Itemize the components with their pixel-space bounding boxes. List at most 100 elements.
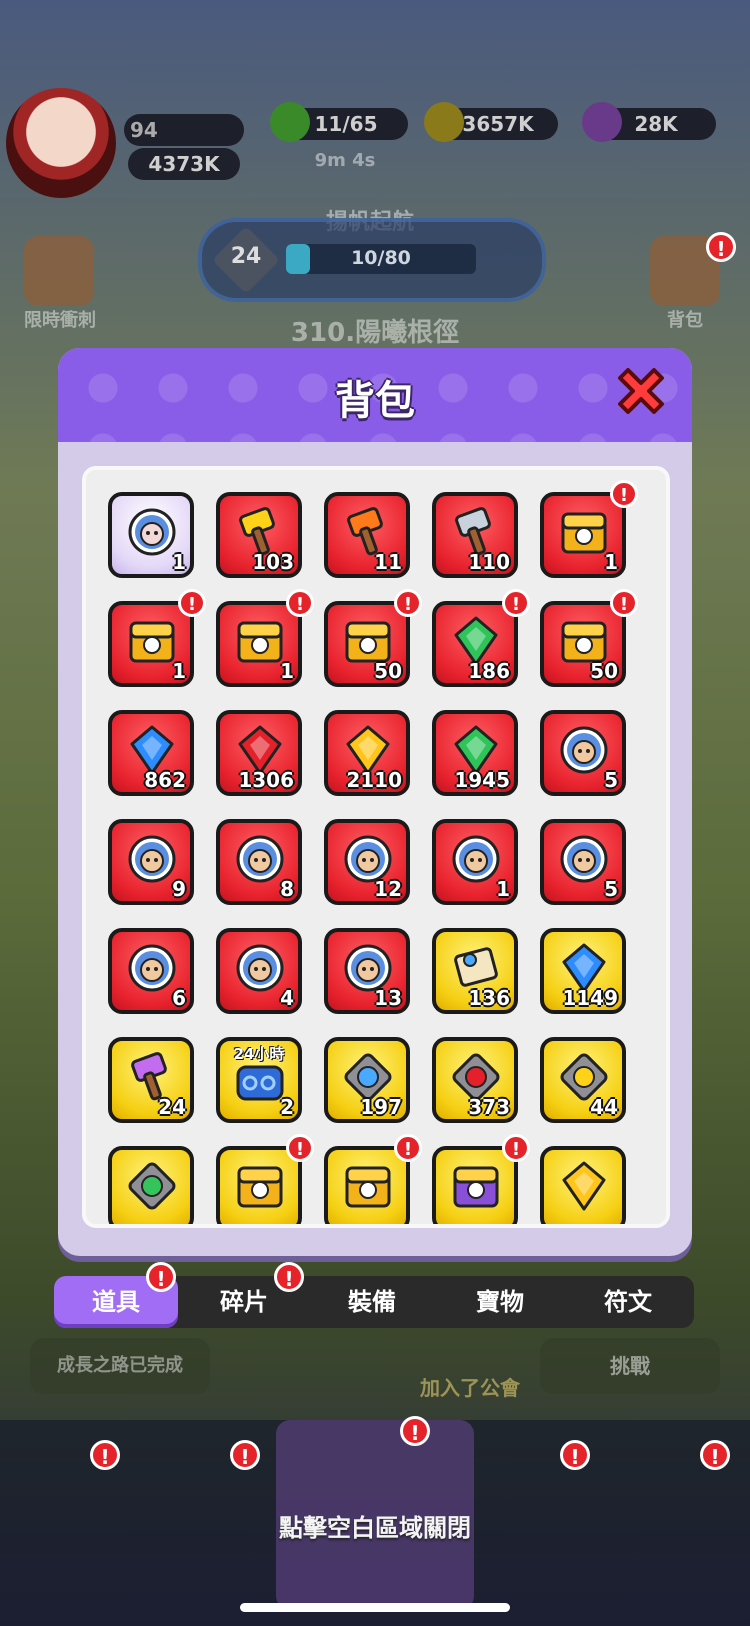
item-quantity: 1 (496, 877, 510, 901)
item-quantity: 110 (468, 550, 510, 574)
inventory-item[interactable]: 197 (324, 1037, 410, 1123)
inventory-item[interactable]: 2110 (324, 710, 410, 796)
challenge-button[interactable]: 挑戰 (540, 1338, 720, 1394)
energy-value: 11/65 (314, 112, 378, 136)
modal-header: 背包 (58, 348, 692, 442)
tap-to-close-hint[interactable]: 點擊空白區域關閉 (0, 1508, 750, 1543)
modal-title: 背包 (335, 378, 415, 424)
item-quantity: 6 (172, 986, 186, 1010)
inventory-item[interactable]: 110 (432, 492, 518, 578)
inventory-item[interactable]: 4 (216, 928, 302, 1014)
item-quantity: 862 (144, 768, 186, 792)
item-quantity: 373 (468, 1095, 510, 1119)
growth-path-button[interactable]: 成長之路已完成 (30, 1338, 210, 1394)
coins-value: 3657K (462, 112, 534, 136)
item-alert-badge: ! (178, 589, 206, 617)
player-avatar[interactable] (6, 88, 116, 198)
backpack-modal: 背包 1 103 11 110 1! 1! 1! 50! 186! 50! 862 1306 2110 1… (58, 348, 692, 1256)
tab-alert-badge: ! (274, 1262, 304, 1292)
item-quantity: 8 (280, 877, 294, 901)
item-alert-badge: ! (610, 589, 638, 617)
item-quantity: 1945 (454, 768, 510, 792)
gem-icon (582, 102, 622, 142)
gems-pill[interactable]: 28K (582, 102, 716, 142)
item-alert-badge: ! (286, 1134, 314, 1162)
inventory-item[interactable]: 862 (108, 710, 194, 796)
item-quantity: 50 (590, 659, 618, 683)
hero-portrait-icon (126, 506, 178, 558)
inventory-item[interactable]: 1 (108, 601, 194, 687)
tab-2[interactable]: 裝備 (310, 1276, 434, 1328)
inventory-item[interactable]: 1 (432, 819, 518, 905)
inventory-item[interactable] (324, 1146, 410, 1224)
battle-alert-badge: ! (400, 1416, 430, 1446)
inventory-item[interactable]: 5 (540, 710, 626, 796)
event-banner[interactable]: 24 10/80 (198, 218, 546, 302)
close-icon[interactable] (610, 362, 672, 424)
inventory-item[interactable]: 13 (324, 928, 410, 1014)
inventory-item[interactable]: 8 (216, 819, 302, 905)
energy-pill[interactable]: 11/65 (270, 102, 408, 142)
inventory-item[interactable]: 44 (540, 1037, 626, 1123)
item-quantity: 1149 (562, 986, 618, 1010)
item-quantity: 1 (172, 659, 186, 683)
inventory-item[interactable] (432, 1146, 518, 1224)
hero-shard-icon (126, 942, 178, 994)
item-quantity: 9 (172, 877, 186, 901)
inventory-item[interactable]: 373 (432, 1037, 518, 1123)
inventory-item[interactable]: 1 (108, 492, 194, 578)
hero-shard-icon (234, 942, 286, 994)
item-quantity: 1 (172, 550, 186, 574)
inventory-item[interactable]: 1945 (432, 710, 518, 796)
inventory-item[interactable]: 1 (540, 492, 626, 578)
coins-pill[interactable]: 3657K (424, 102, 558, 142)
item-quantity: 136 (468, 986, 510, 1010)
shop-alert-badge: ! (700, 1440, 730, 1470)
inventory-item[interactable]: 9 (108, 819, 194, 905)
inventory-item[interactable]: 136 (432, 928, 518, 1014)
level-value: 94 (130, 118, 158, 142)
item-quantity: 50 (374, 659, 402, 683)
inventory-item[interactable] (216, 1146, 302, 1224)
inventory-item[interactable]: 24 (108, 1037, 194, 1123)
coin-icon (424, 102, 464, 142)
event-level: 24 (230, 244, 262, 269)
item-quantity: 5 (604, 877, 618, 901)
tab-3[interactable]: 寶物 (438, 1276, 562, 1328)
hero-shard-icon (126, 833, 178, 885)
item-grid-panel: 1 103 11 110 1! 1! 1! 50! 186! 50! 862 1306 2110 1945… (82, 466, 670, 1228)
inventory-item[interactable]: 50 (540, 601, 626, 687)
inventory-item[interactable]: 24小時 2 (216, 1037, 302, 1123)
knight-chest-wind-icon (234, 615, 286, 667)
event-progress: 10/80 (351, 247, 411, 269)
guild-news: 加入了公會 (420, 1376, 520, 1400)
inventory-item[interactable]: 11 (324, 492, 410, 578)
inventory-item[interactable] (108, 1146, 194, 1224)
inventory-item[interactable]: 103 (216, 492, 302, 578)
item-quantity: 103 (252, 550, 294, 574)
item-alert-badge: ! (502, 589, 530, 617)
gold-crystal-icon (558, 1160, 610, 1212)
inventory-item[interactable]: 6 (108, 928, 194, 1014)
item-quantity: 197 (360, 1095, 402, 1119)
inventory-item[interactable] (540, 1146, 626, 1224)
sprint-icon[interactable] (24, 236, 94, 306)
gems-value: 28K (634, 112, 678, 136)
purple-chest-icon (450, 1160, 502, 1212)
inventory-item[interactable]: 50 (324, 601, 410, 687)
inventory-item[interactable]: 12 (324, 819, 410, 905)
item-quantity: 1306 (238, 768, 294, 792)
item-alert-badge: ! (286, 589, 314, 617)
inventory-item[interactable]: 5 (540, 819, 626, 905)
inventory-item[interactable]: 186 (432, 601, 518, 687)
sprint-label: 限時衝刺 (24, 310, 96, 331)
wind-rune-icon (126, 1160, 178, 1212)
hero-shard-icon (450, 833, 502, 885)
inventory-item[interactable]: 1306 (216, 710, 302, 796)
inventory-item[interactable]: 1 (216, 601, 302, 687)
knight-chest-icon (558, 506, 610, 558)
item-quantity: 12 (374, 877, 402, 901)
home-indicator[interactable] (240, 1603, 510, 1612)
tab-4[interactable]: 符文 (566, 1276, 690, 1328)
inventory-item[interactable]: 1149 (540, 928, 626, 1014)
